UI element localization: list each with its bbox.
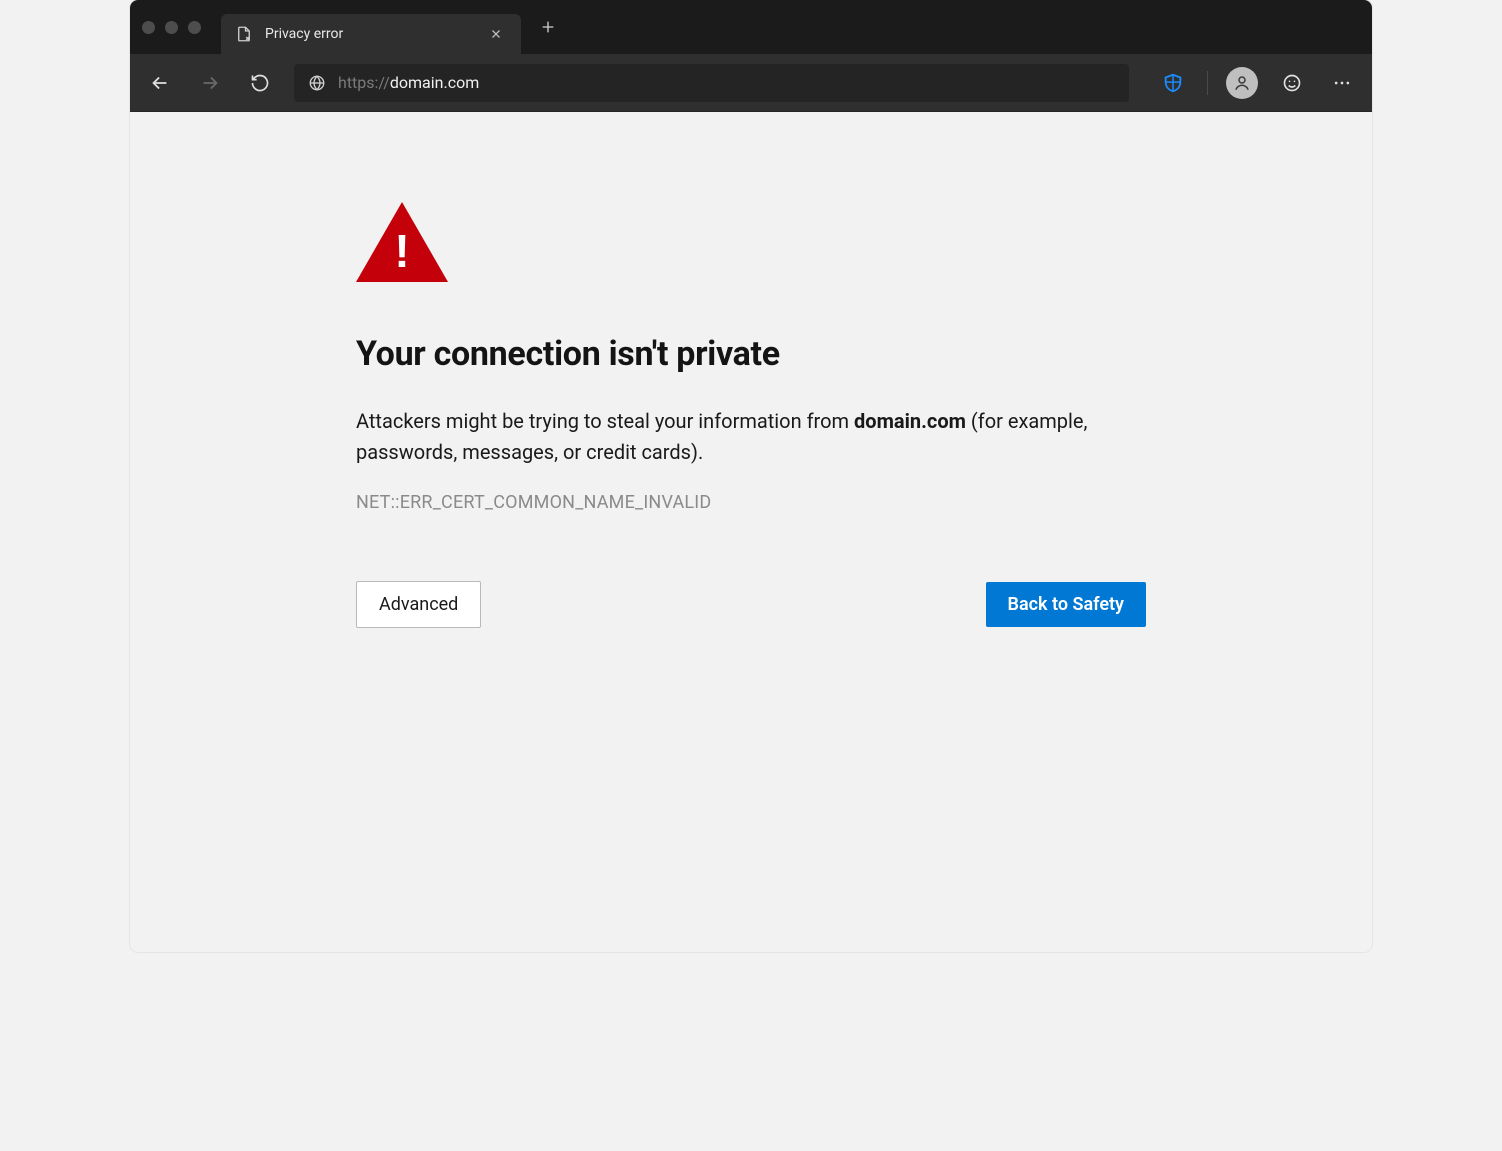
error-description: Attackers might be trying to steal your … [356,406,1116,468]
error-code: NET::ERR_CERT_COMMON_NAME_INVALID [356,492,1146,513]
minimize-window-button[interactable] [165,21,178,34]
url-text: https://domain.com [338,73,479,92]
new-tab-button[interactable] [531,10,565,44]
close-window-button[interactable] [142,21,155,34]
back-button[interactable] [144,67,176,99]
error-domain: domain.com [854,409,966,433]
toolbar-right [1157,67,1358,99]
browser-tab[interactable]: Privacy error [221,14,521,54]
warning-triangle-icon: ! [356,202,448,282]
address-bar[interactable]: https://domain.com [294,64,1129,102]
tab-title: Privacy error [265,26,473,42]
error-headline: Your connection isn't private [356,334,1146,374]
toolbar-separator [1207,71,1208,95]
ssl-error-interstitial: ! Your connection isn't private Attacker… [346,202,1156,628]
window-controls [142,21,201,34]
url-host: domain.com [390,73,479,92]
back-to-safety-button[interactable]: Back to Safety [986,582,1146,627]
tab-error-icon [235,25,253,43]
site-info-icon[interactable] [308,74,326,92]
tracking-prevention-icon[interactable] [1157,67,1189,99]
browser-window: Privacy error [130,0,1372,952]
toolbar: https://domain.com [130,54,1372,112]
feedback-icon[interactable] [1276,67,1308,99]
error-desc-prefix: Attackers might be trying to steal your … [356,409,854,433]
profile-button[interactable] [1226,67,1258,99]
button-row: Advanced Back to Safety [356,581,1146,628]
page-content: ! Your connection isn't private Attacker… [130,112,1372,952]
advanced-button[interactable]: Advanced [356,581,481,628]
settings-menu-button[interactable] [1326,67,1358,99]
forward-button[interactable] [194,67,226,99]
url-scheme: https:// [338,73,390,92]
titlebar: Privacy error [130,0,1372,54]
tab-close-button[interactable] [485,23,507,45]
reload-button[interactable] [244,67,276,99]
maximize-window-button[interactable] [188,21,201,34]
